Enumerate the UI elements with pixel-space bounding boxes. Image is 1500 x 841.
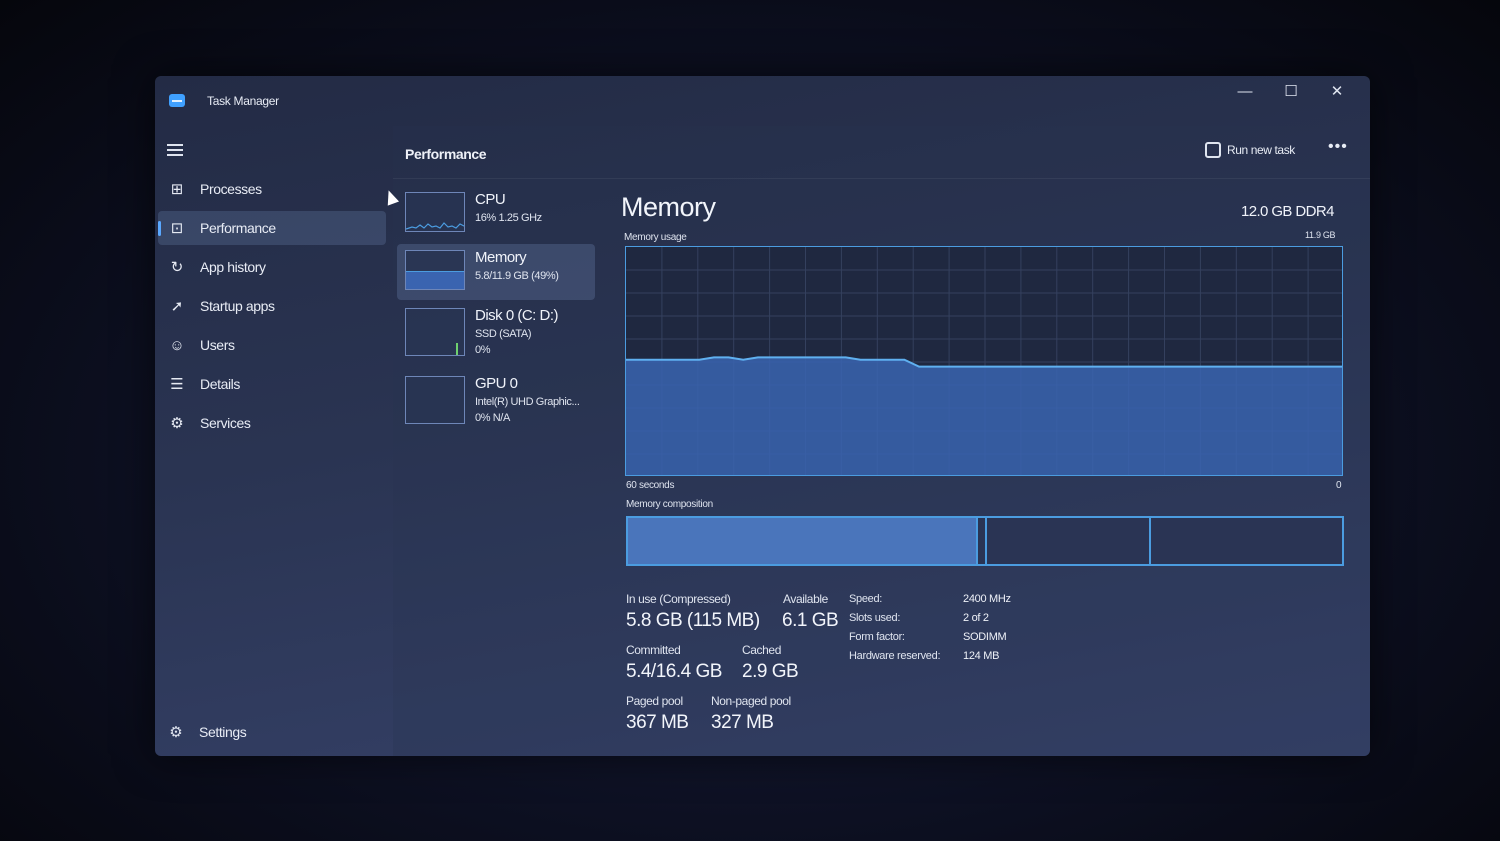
run-task-icon [1205,142,1221,158]
sidebar-item-processes[interactable]: ⊞ Processes [158,172,386,206]
form-factor-value: SODIMM [963,631,1007,643]
disk-activity-mark [456,343,458,355]
page-title: Performance [405,146,487,162]
hardware-reserved-label: Hardware reserved: [849,650,941,662]
sidebar-item-label: Services [200,415,251,431]
zero-label: 0 [1336,480,1342,491]
cached-label: Cached [742,643,781,657]
sidebar-item-startup-apps[interactable]: ➚ Startup apps [158,289,386,323]
speed-label: Speed: [849,593,883,605]
device-item-memory[interactable]: Memory 5.8/11.9 GB (49%) [397,244,595,300]
sidebar-item-details[interactable]: ☰ Details [158,367,386,401]
history-icon: ↻ [170,259,184,276]
memory-max-label: 11.9 GB [1305,230,1336,240]
paged-pool-value: 367 MB [626,712,689,733]
sidebar-item-users[interactable]: ☺ Users [158,328,386,362]
device-stat: 5.8/11.9 GB (49%) [475,270,559,282]
sidebar-item-services[interactable]: ⚙ Services [158,406,386,440]
performance-panel: Performance Run new task ••• CPU 16% 1.2… [393,126,1370,756]
disk-thumbnail [405,308,465,356]
cpu-thumbnail-graph [406,222,464,230]
slots-used-value: 2 of 2 [963,612,989,624]
header-divider [393,178,1370,179]
device-stat: Intel(R) UHD Graphic... [475,396,580,408]
startup-icon: ➚ [170,298,184,315]
users-icon: ☺ [169,336,185,354]
memory-usage-label: Memory usage [624,232,687,243]
speed-value: 2400 MHz [963,593,1011,605]
performance-icon: ⊡ [170,220,184,237]
memory-spec: 12.0 GB DDR4 [1241,203,1334,220]
memory-thumbnail [405,250,465,290]
committed-label: Committed [626,643,681,657]
sidebar-item-label: Users [200,337,235,353]
committed-value: 5.4/16.4 GB [626,661,722,682]
settings-label: Settings [199,724,247,740]
in-use-label: In use (Compressed) [626,592,731,606]
more-options-button[interactable]: ••• [1328,138,1348,156]
task-manager-window: Task Manager — ☐ ✕ ⊞ Processes ⊡ Perform… [155,76,1370,756]
settings-button[interactable]: ⚙ Settings [167,723,247,741]
device-item-disk[interactable]: Disk 0 (C: D:) SSD (SATA) 0% [397,302,595,364]
available-value: 6.1 GB [782,610,839,631]
composition-separator-free [1149,518,1152,564]
run-task-label: Run new task [1227,143,1295,157]
available-label: Available [783,592,828,606]
memory-usage-svg [626,247,1342,475]
cached-value: 2.9 GB [742,661,799,682]
device-name: CPU [475,191,506,208]
memory-composition-bar [626,516,1344,566]
details-icon: ☰ [170,376,184,393]
close-button[interactable]: ✕ [1317,80,1357,104]
device-name: Disk 0 (C: D:) [475,307,559,324]
device-stat: 0% N/A [475,412,510,424]
device-stat: 0% [475,344,491,356]
title-bar: Task Manager — ☐ ✕ [155,76,1370,126]
gpu-thumbnail [405,376,465,424]
in-use-value: 5.8 GB (115 MB) [626,610,760,631]
hardware-reserved-value: 124 MB [963,650,1000,662]
device-stat: SSD (SATA) [475,328,532,340]
processes-icon: ⊞ [170,181,184,198]
device-item-gpu[interactable]: GPU 0 Intel(R) UHD Graphic... 0% N/A [397,370,595,432]
memory-composition-label: Memory composition [626,499,713,510]
gear-icon: ⚙ [169,724,183,741]
sidebar-item-label: Processes [200,181,262,197]
non-paged-pool-value: 327 MB [711,712,774,733]
form-factor-label: Form factor: [849,631,905,643]
memory-thumbnail-fill [406,270,464,289]
window-title: Task Manager [207,94,279,108]
device-item-cpu[interactable]: CPU 16% 1.25 GHz [397,186,595,242]
task-manager-app-icon [169,94,185,107]
sidebar-item-performance[interactable]: ⊡ Performance [158,211,386,245]
time-span-label: 60 seconds [626,480,675,491]
device-stat: 16% 1.25 GHz [475,212,542,224]
minimize-button[interactable]: — [1225,80,1265,104]
hamburger-menu-icon[interactable] [167,144,185,158]
slots-used-label: Slots used: [849,612,901,624]
device-name: GPU 0 [475,375,518,392]
device-name: Memory [475,249,527,266]
memory-title: Memory [621,192,716,222]
memory-usage-graph [625,246,1343,476]
memory-usage-area [626,357,1342,475]
cpu-thumbnail [405,192,465,232]
maximize-button[interactable]: ☐ [1271,80,1311,104]
composition-in-use [628,518,977,564]
composition-separator-standby [985,518,987,564]
non-paged-pool-label: Non-paged pool [711,694,791,708]
services-icon: ⚙ [170,415,184,432]
sidebar-item-label: Startup apps [200,298,275,314]
sidebar-item-label: App history [200,259,266,275]
sidebar-item-app-history[interactable]: ↻ App history [158,250,386,284]
paged-pool-label: Paged pool [626,694,683,708]
sidebar: ⊞ Processes ⊡ Performance ↻ App history … [155,126,393,756]
run-new-task-button[interactable]: Run new task [1205,142,1295,158]
sidebar-item-label: Performance [200,220,276,236]
composition-separator-modified [976,518,979,564]
sidebar-item-label: Details [200,376,240,392]
